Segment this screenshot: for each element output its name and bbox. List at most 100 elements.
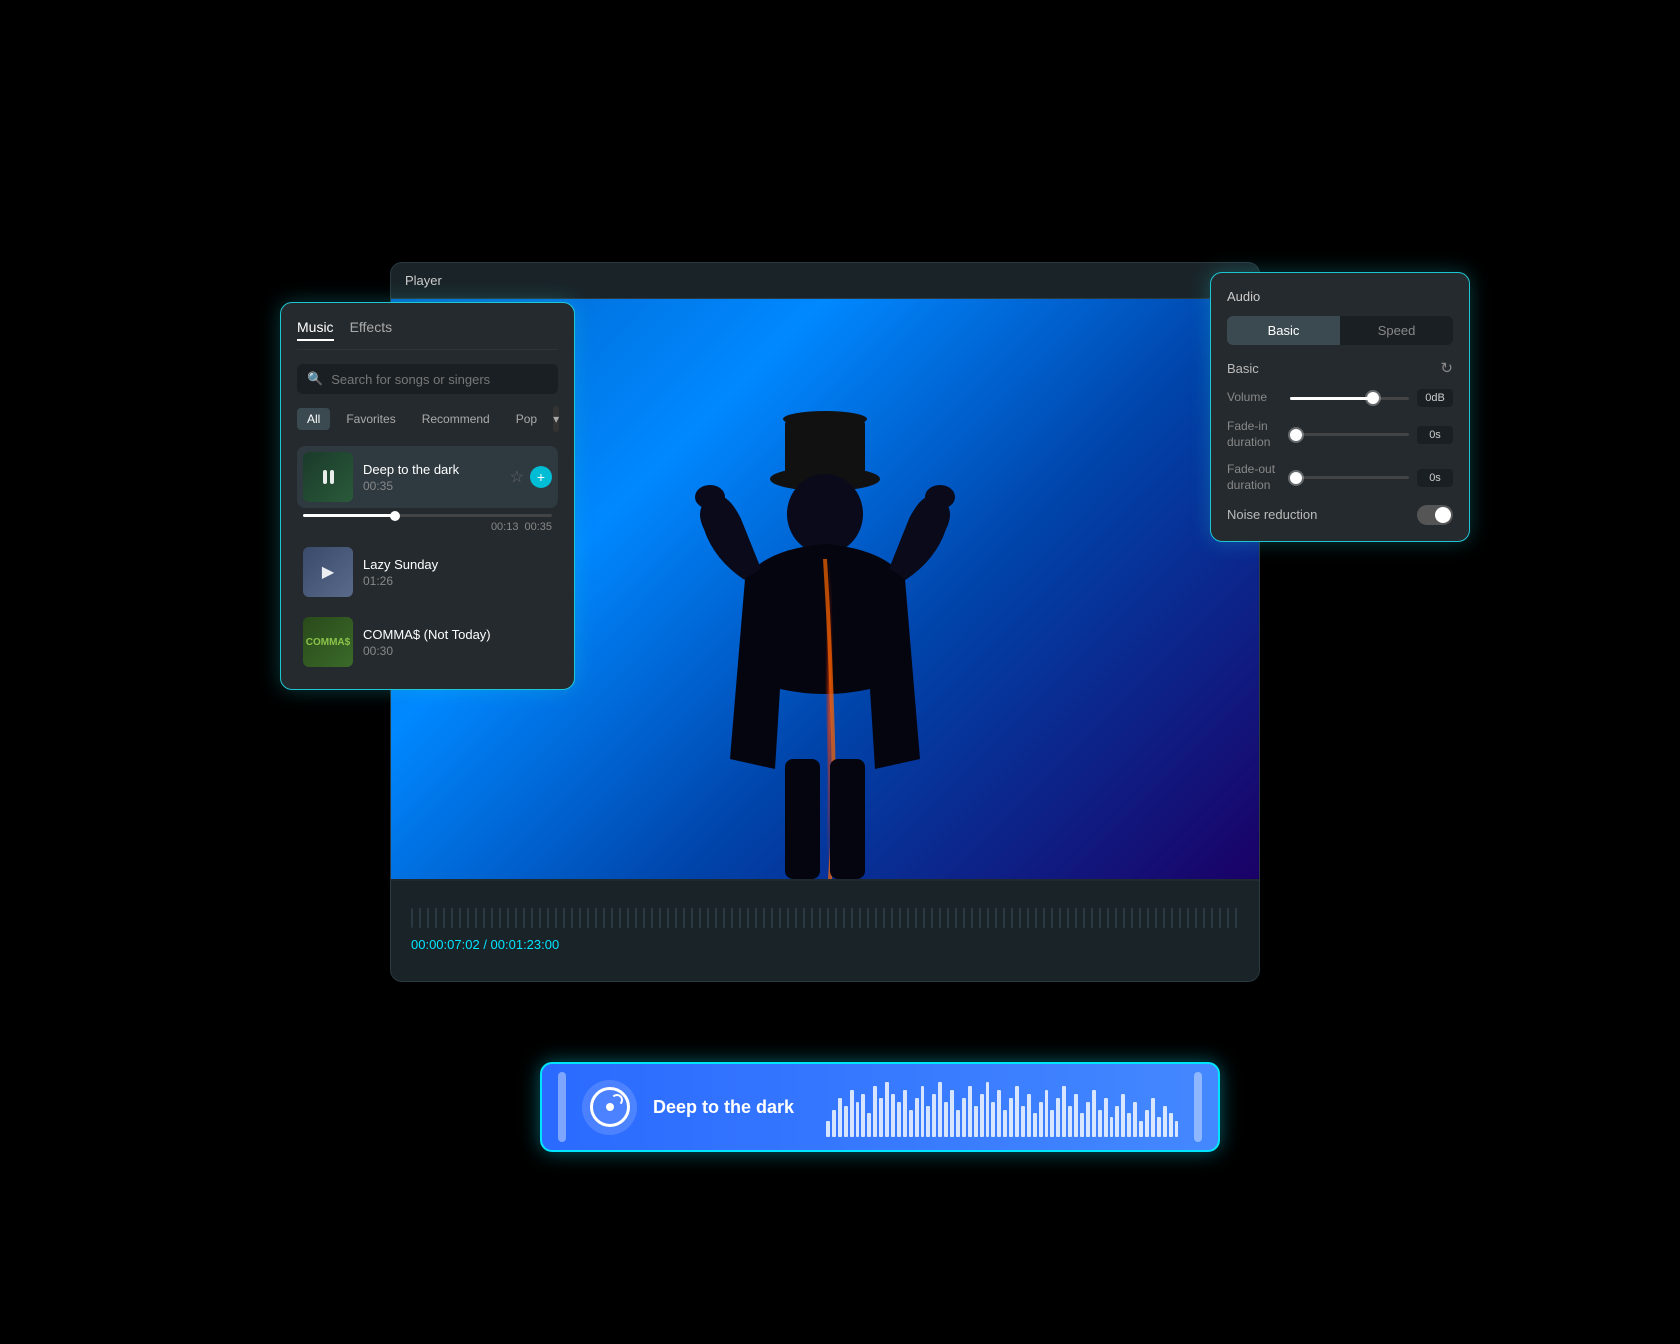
volume-thumb[interactable] xyxy=(1367,392,1379,404)
waveform-bar xyxy=(850,1090,854,1137)
song-item-2[interactable]: ▶ Lazy Sunday 01:26 xyxy=(297,541,558,603)
waveform-bar xyxy=(1074,1094,1078,1137)
song-item-3[interactable]: COMMA$ COMMA$ (Not Today) 00:30 xyxy=(297,611,558,673)
song-thumb-1 xyxy=(303,452,353,502)
waveform-bar xyxy=(903,1090,907,1137)
waveform-bar xyxy=(926,1106,930,1137)
music-panel: Music Effects 🔍 Search for songs or sing… xyxy=(280,302,575,690)
audio-panel: Audio Basic Speed Basic ↻ Volume 0dB Fad… xyxy=(1210,272,1470,542)
fade-in-thumb[interactable] xyxy=(1290,429,1302,441)
filter-more-button[interactable]: ▾ xyxy=(553,406,559,432)
reset-icon[interactable]: ↻ xyxy=(1440,359,1453,377)
progress-time-1: 00:13 00:35 xyxy=(303,521,552,533)
song-actions-1: ☆ + xyxy=(510,466,552,488)
scene: Player xyxy=(290,222,1390,1122)
waveform-bar xyxy=(1062,1086,1066,1137)
waveform-bar xyxy=(915,1098,919,1137)
fade-in-slider[interactable] xyxy=(1290,433,1409,436)
waveform-bar xyxy=(838,1098,842,1137)
now-playing-title: Deep to the dark xyxy=(653,1097,794,1118)
list-item[interactable]: Deep to the dark 00:35 ☆ + 00:13 xyxy=(297,446,558,533)
waveform-handle-left[interactable] xyxy=(558,1072,566,1142)
search-bar[interactable]: 🔍 Search for songs or singers xyxy=(297,364,558,394)
waveform-bar xyxy=(873,1086,877,1137)
pause-icon xyxy=(323,470,334,484)
toggle-knob xyxy=(1435,507,1451,523)
audio-tabs: Basic Speed xyxy=(1227,316,1453,345)
noise-reduction-section: Noise reduction xyxy=(1227,505,1453,525)
song-duration-3: 00:30 xyxy=(363,644,552,658)
fade-out-thumb[interactable] xyxy=(1290,472,1302,484)
tab-music[interactable]: Music xyxy=(297,319,334,341)
tab-effects[interactable]: Effects xyxy=(350,319,393,341)
waveform-bar xyxy=(1086,1102,1090,1137)
waveform-bar xyxy=(1127,1113,1131,1137)
waveform-bar xyxy=(956,1110,960,1138)
song-title-1: Deep to the dark xyxy=(363,462,500,477)
waveform-bar xyxy=(986,1082,990,1137)
noise-reduction-toggle[interactable] xyxy=(1417,505,1453,525)
waveform-bar xyxy=(938,1082,942,1137)
waveform-bar xyxy=(1068,1106,1072,1137)
waveform-bar xyxy=(1139,1121,1143,1137)
song-item-1[interactable]: Deep to the dark 00:35 ☆ + xyxy=(297,446,558,508)
filter-recommend[interactable]: Recommend xyxy=(412,408,500,430)
timeline-current: 00:00:07:02 xyxy=(411,937,480,952)
timeline-track[interactable] xyxy=(411,908,1239,928)
filter-row: All Favorites Recommend Pop ▾ xyxy=(297,406,558,432)
fade-in-label: Fade-in duration xyxy=(1227,419,1282,450)
song-info-1: Deep to the dark 00:35 xyxy=(363,462,500,493)
figure-silhouette xyxy=(685,359,965,879)
waveform-bar xyxy=(1056,1098,1060,1137)
waveform xyxy=(826,1077,1178,1137)
waveform-bar xyxy=(1169,1113,1173,1137)
waveform-bar xyxy=(844,1106,848,1137)
waveform-bar xyxy=(832,1110,836,1138)
fade-out-slider[interactable] xyxy=(1290,476,1409,479)
waveform-bar xyxy=(950,1090,954,1137)
waveform-bar xyxy=(1009,1098,1013,1137)
timeline-total: / 00:01:23:00 xyxy=(483,937,559,952)
waveform-handle-right[interactable] xyxy=(1194,1072,1202,1142)
volume-value: 0dB xyxy=(1417,389,1453,407)
filter-pop[interactable]: Pop xyxy=(506,408,547,430)
waveform-bar xyxy=(1080,1113,1084,1137)
waveform-bar xyxy=(1098,1110,1102,1138)
now-playing-bar: Deep to the dark xyxy=(540,1062,1220,1152)
timeline-area[interactable]: 00:00:07:02 / 00:01:23:00 xyxy=(391,881,1259,981)
logo-arc xyxy=(611,1094,623,1106)
control-fade-out: Fade-out duration 0s xyxy=(1227,462,1453,493)
song-info-3: COMMA$ (Not Today) 00:30 xyxy=(363,627,552,658)
progress-current-1: 00:13 xyxy=(491,521,519,533)
panel-tabs: Music Effects xyxy=(297,319,558,350)
volume-slider[interactable] xyxy=(1290,397,1409,400)
song-duration-2: 01:26 xyxy=(363,574,552,588)
progress-track-1[interactable] xyxy=(303,514,552,517)
filter-favorites[interactable]: Favorites xyxy=(336,408,405,430)
control-fade-in: Fade-in duration 0s xyxy=(1227,419,1453,450)
favorite-icon[interactable]: ☆ xyxy=(510,467,524,487)
waveform-bar xyxy=(861,1094,865,1137)
waveform-bar xyxy=(1027,1094,1031,1137)
fade-out-label: Fade-out duration xyxy=(1227,462,1282,493)
song-progress-1[interactable]: 00:13 00:35 xyxy=(297,514,558,533)
tab-speed[interactable]: Speed xyxy=(1340,316,1453,345)
waveform-bar xyxy=(1021,1106,1025,1137)
waveform-bar xyxy=(1045,1090,1049,1137)
volume-fill xyxy=(1290,397,1373,400)
waveform-bar xyxy=(921,1086,925,1137)
waveform-bar xyxy=(879,1098,883,1137)
waveform-bar xyxy=(991,1102,995,1137)
waveform-bar xyxy=(1151,1098,1155,1137)
fade-in-value: 0s xyxy=(1417,426,1453,444)
waveform-bar xyxy=(867,1113,871,1137)
progress-total-1: 00:35 xyxy=(524,521,552,533)
tab-basic[interactable]: Basic xyxy=(1227,316,1340,345)
waveform-bar xyxy=(1145,1110,1149,1138)
audio-panel-title: Audio xyxy=(1227,289,1453,304)
filter-all[interactable]: All xyxy=(297,408,330,430)
add-song-button[interactable]: + xyxy=(530,466,552,488)
waveform-bar xyxy=(974,1106,978,1137)
player-title: Player xyxy=(405,273,442,288)
song-title-2: Lazy Sunday xyxy=(363,557,552,572)
